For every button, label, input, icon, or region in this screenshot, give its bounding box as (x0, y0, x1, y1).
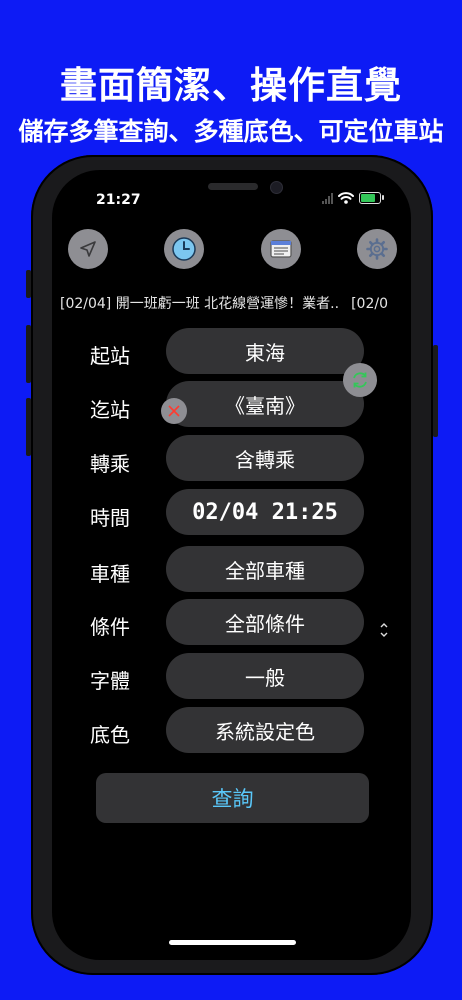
swap-stations-button[interactable] (343, 363, 377, 397)
collapse-options-button[interactable] (376, 618, 392, 642)
destination-label: 迄站 (90, 398, 130, 422)
train-type-label: 車種 (90, 562, 130, 586)
background-color-label: 底色 (90, 723, 130, 747)
origin-label: 起站 (90, 344, 130, 368)
battery-icon (359, 192, 384, 204)
wifi-icon (338, 192, 354, 204)
promo-subheadline: 儲存多筆查詢、多種底色、可定位車站 (18, 117, 444, 146)
news-item[interactable]: [02/04] 開一班虧一班 北花線營運慘！業者.. (60, 296, 339, 312)
news-button[interactable] (261, 229, 301, 269)
swap-icon (353, 372, 367, 388)
settings-button[interactable] (357, 229, 397, 269)
cellular-signal-icon (322, 192, 333, 204)
status-time: 21:27 (96, 192, 141, 208)
train-type-button[interactable]: 全部車種 (166, 546, 364, 592)
home-indicator[interactable] (169, 940, 296, 945)
transfer-label: 轉乘 (90, 452, 130, 476)
query-button[interactable]: 查詢 (96, 773, 369, 823)
phone-camera (270, 181, 283, 194)
news-icon (270, 240, 292, 258)
time-label: 時間 (90, 506, 130, 530)
background-color-button[interactable]: 系統設定色 (166, 707, 364, 753)
location-arrow-icon (80, 241, 96, 257)
origin-station-button[interactable]: 東海 (166, 328, 364, 374)
font-size-button[interactable]: 一般 (166, 653, 364, 699)
destination-station-button[interactable]: 《臺南》 (166, 381, 364, 427)
close-icon (168, 405, 180, 417)
departure-time-button[interactable]: 02/04 21:25 (166, 489, 364, 535)
promo-headline: 畫面簡潔、操作直覺 (60, 64, 402, 107)
chevron-up-down-icon (380, 623, 388, 637)
font-label: 字體 (90, 669, 130, 693)
phone-power-button (433, 345, 438, 437)
condition-button[interactable]: 全部條件 (166, 599, 364, 645)
history-button[interactable] (164, 229, 204, 269)
news-item-next[interactable]: [02/0 (351, 296, 388, 312)
news-ticker[interactable]: [02/04] 開一班虧一班 北花線營運慘！業者.. [02/0 (60, 293, 408, 313)
status-icons (322, 192, 384, 204)
condition-label: 條件 (90, 615, 130, 639)
phone-speaker (208, 183, 258, 190)
gear-icon (366, 238, 388, 260)
transfer-option-button[interactable]: 含轉乘 (166, 435, 364, 481)
clock-icon (172, 237, 196, 261)
clear-destination-button[interactable] (161, 398, 187, 424)
locate-button[interactable] (68, 229, 108, 269)
